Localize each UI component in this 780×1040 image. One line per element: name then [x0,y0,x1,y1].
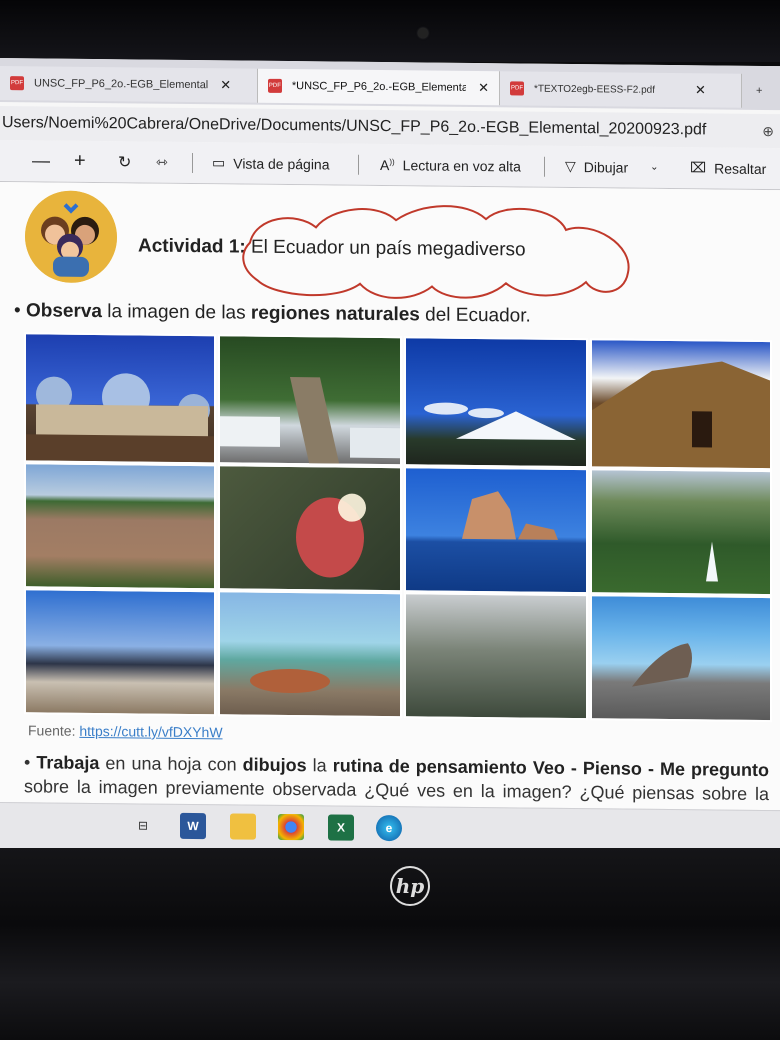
tab-label: *TEXTO2egb-EESS-F2.pdf [534,83,655,96]
zoom-in-button[interactable]: + [74,150,86,173]
source-line: Fuente: https://cutt.ly/vfDXYhW [28,722,223,740]
text-bold: Observa [25,300,102,323]
kids-mascot-logo [25,190,117,284]
iguana-photo [218,590,402,719]
sea-lion-photo [590,594,772,723]
tab-2-active[interactable]: PDF *UNSC_FP_P6_2o.-EGB_Elementa ✕ [258,68,500,106]
read-aloud-label: Lectura en voz alta [402,156,521,174]
highlight-icon: ⌧ [690,159,707,176]
source-link[interactable]: https://cutt.ly/vfDXYhW [79,723,222,740]
activity-text: El Ecuador un país megadiverso [251,236,526,261]
text-bold: Trabaja [36,752,100,774]
excel-icon[interactable]: X [328,814,354,841]
pdf-icon: PDF [10,76,24,91]
tab-bar: PDF UNSC_FP_P6_2o.-EGB_Elemental ✕ PDF *… [0,58,780,111]
address-text: Users/Noemi%20Cabrera/OneDrive/Documents… [2,114,707,139]
activity-number: 1: [228,236,246,258]
zoom-icon[interactable]: ⊕ [762,122,774,139]
text-bold: dibujos [242,754,307,776]
frigatebird-photo [218,464,402,593]
activity-bold: Actividad [138,235,224,258]
read-aloud-button[interactable]: A)) Lectura en voz alta [380,156,521,173]
text: la imagen de las [101,301,251,324]
webcam-icon [418,28,428,38]
text-bold: rutina de pensamiento Veo - Pienso - Me … [332,755,769,781]
kicker-rock-photo [404,466,588,595]
inca-ruins-photo [590,338,772,471]
text: la [306,755,333,776]
pdf-icon: PDF [510,81,524,96]
instruction-observe: • Observa la imagen de las regiones natu… [14,300,531,327]
fit-width-icon[interactable]: ⇿ [156,154,168,171]
separator [544,156,545,177]
cathedral-photo [24,332,216,465]
separator [358,154,359,175]
page-view-button[interactable]: ▭ Vista de página [212,154,330,172]
volcano-photo [404,336,588,469]
page-view-label: Vista de página [233,154,330,172]
tab-3[interactable]: PDF *TEXTO2egb-EESS-F2.pdf ✕ [500,71,742,108]
bullet-icon: • [14,300,21,322]
misty-forest-photo [404,592,588,721]
regions-photo-grid [24,332,772,723]
tab-1[interactable]: PDF UNSC_FP_P6_2o.-EGB_Elemental ✕ [0,66,258,103]
tab-label: UNSC_FP_P6_2o.-EGB_Elemental [34,77,209,92]
close-icon[interactable]: ✕ [478,80,489,96]
hp-logo: hp [390,866,430,906]
lagoon-photo [24,462,216,591]
pdf-icon: PDF [268,78,282,93]
zoom-out-button[interactable]: — [32,150,50,171]
draw-icon: ▽ [565,157,576,175]
chevron-down-icon[interactable]: ⌄ [650,162,658,173]
new-tab-button[interactable]: + [746,73,780,109]
mountain-sky-photo [24,588,216,717]
task-view-icon[interactable]: ⊟ [130,812,156,838]
file-explorer-icon[interactable] [230,813,256,840]
laptop-bezel-bottom [0,848,780,1040]
tab-label: *UNSC_FP_P6_2o.-EGB_Elementa [291,80,467,94]
highlight-label: Resaltar [714,159,767,177]
activity-title: Actividad 1: El Ecuador un país megadive… [138,235,526,261]
source-label: Fuente: [28,722,80,739]
text: del Ecuador. [419,304,531,327]
close-icon[interactable]: ✕ [695,82,706,98]
laptop-bezel-top [0,0,780,62]
pdf-page: Actividad 1: El Ecuador un país megadive… [0,182,780,824]
text-bold: regiones naturales [250,302,420,326]
edge-icon[interactable]: e [376,814,402,842]
rotate-icon[interactable]: ↻ [118,152,131,172]
text: en una hoja con [99,753,243,775]
read-aloud-icon: A)) [380,156,395,173]
chrome-icon[interactable] [278,813,304,841]
separator [192,153,193,174]
highlight-button[interactable]: ⌧ Resaltar [690,159,766,177]
word-icon[interactable]: W [180,812,206,840]
draw-button[interactable]: ▽ Dibujar ⌄ [565,158,659,176]
screen: PDF UNSC_FP_P6_2o.-EGB_Elemental ✕ PDF *… [0,58,780,857]
draw-label: Dibujar [583,158,629,176]
rope-bridge-photo [218,334,402,467]
waterfall-photo [590,468,772,597]
bullet-icon: • [24,752,31,773]
close-icon[interactable]: ✕ [220,77,231,93]
page-view-icon: ▭ [212,154,226,171]
